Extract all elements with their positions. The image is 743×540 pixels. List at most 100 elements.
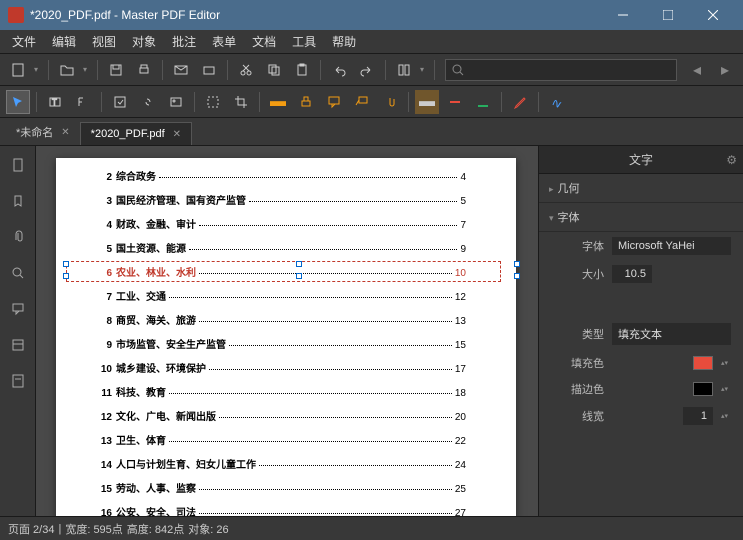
linewidth-value[interactable]: 1 bbox=[683, 407, 713, 425]
toc-entry[interactable]: 11科技、教育18 bbox=[96, 384, 466, 399]
text-tool[interactable]: T bbox=[43, 90, 67, 114]
font-section[interactable]: ▾字体 bbox=[539, 203, 743, 232]
toc-entry[interactable]: 13卫生、体育22 bbox=[96, 432, 466, 447]
menu-帮助[interactable]: 帮助 bbox=[324, 31, 364, 52]
toc-entry[interactable]: 7工业、交通12 bbox=[96, 288, 466, 303]
stroke-color-swatch[interactable] bbox=[693, 382, 713, 396]
paste-button[interactable] bbox=[290, 58, 314, 82]
underline-tool[interactable] bbox=[471, 90, 495, 114]
search-box[interactable] bbox=[445, 59, 677, 81]
spinner-icon[interactable]: ▴▾ bbox=[721, 385, 731, 393]
link-tool[interactable] bbox=[136, 90, 160, 114]
note-tool[interactable]: ▬ bbox=[266, 90, 290, 114]
stamp-tool[interactable] bbox=[294, 90, 318, 114]
sign-tool[interactable] bbox=[545, 90, 569, 114]
redo-button[interactable] bbox=[355, 58, 379, 82]
thumbnails-button[interactable] bbox=[7, 154, 29, 176]
undo-button[interactable] bbox=[327, 58, 351, 82]
maximize-button[interactable] bbox=[645, 0, 690, 30]
menu-表单[interactable]: 表单 bbox=[204, 31, 244, 52]
menu-对象[interactable]: 对象 bbox=[124, 31, 164, 52]
image-tool[interactable] bbox=[164, 90, 188, 114]
form-tool[interactable] bbox=[108, 90, 132, 114]
minimize-button[interactable] bbox=[600, 0, 645, 30]
signatures-button[interactable] bbox=[7, 370, 29, 392]
document-tab[interactable]: *未命名✕ bbox=[6, 119, 80, 145]
close-button[interactable] bbox=[690, 0, 735, 30]
close-tab-icon[interactable]: ✕ bbox=[173, 129, 181, 140]
selection-handle[interactable] bbox=[63, 273, 69, 279]
search-prev-button[interactable]: ◂ bbox=[685, 58, 709, 82]
spinner-icon[interactable]: ▴▾ bbox=[721, 412, 731, 420]
layers-button[interactable] bbox=[7, 334, 29, 356]
linewidth-label: 线宽 bbox=[559, 408, 604, 424]
font-value[interactable]: Microsoft YaHei bbox=[612, 237, 731, 255]
new-file-button[interactable] bbox=[6, 58, 30, 82]
edit-text-tool[interactable] bbox=[71, 90, 95, 114]
menu-编辑[interactable]: 编辑 bbox=[44, 31, 84, 52]
toc-entry[interactable]: 12文化、广电、新闻出版20 bbox=[96, 408, 466, 423]
geometry-section[interactable]: ▸几何 bbox=[539, 174, 743, 203]
edit-toolbar: T ▬ ▬ bbox=[0, 86, 743, 118]
search-panel-button[interactable] bbox=[7, 262, 29, 284]
document-viewport[interactable]: 2综合政务4 3国民经济管理、国有资产监管5 4财政、金融、审计7 5国土资源、能源9… bbox=[36, 146, 538, 516]
font-label: 字体 bbox=[559, 238, 604, 254]
cut-button[interactable] bbox=[234, 58, 258, 82]
crop-tool[interactable] bbox=[229, 90, 253, 114]
toc-entry[interactable]: 9市场监管、安全生产监管15 bbox=[96, 336, 466, 351]
menu-文件[interactable]: 文件 bbox=[4, 31, 44, 52]
toc-entry[interactable]: 8商贸、海关、旅游13 bbox=[96, 312, 466, 327]
dropdown-icon[interactable]: ▾ bbox=[34, 65, 42, 74]
selection-handle[interactable] bbox=[296, 261, 302, 267]
size-value[interactable]: 10.5 bbox=[612, 265, 652, 283]
toc-entry[interactable]: 14人口与计划生育、妇女儿童工作24 bbox=[96, 456, 466, 471]
type-value[interactable]: 填充文本 bbox=[612, 323, 731, 345]
copy-button[interactable] bbox=[262, 58, 286, 82]
bookmarks-button[interactable] bbox=[7, 190, 29, 212]
callout-tool[interactable] bbox=[350, 90, 374, 114]
print-button[interactable] bbox=[132, 58, 156, 82]
comments-button[interactable] bbox=[7, 298, 29, 320]
dropdown-icon[interactable]: ▾ bbox=[83, 65, 91, 74]
panel-options-icon[interactable]: ⚙ bbox=[726, 153, 737, 167]
toc-entry[interactable]: 10城乡建设、环境保护17 bbox=[96, 360, 466, 375]
selection-handle[interactable] bbox=[514, 261, 520, 267]
attach-tool[interactable] bbox=[378, 90, 402, 114]
document-tab[interactable]: *2020_PDF.pdf✕ bbox=[80, 122, 192, 145]
search-next-button[interactable]: ▸ bbox=[713, 58, 737, 82]
document-tabs: *未命名✕*2020_PDF.pdf✕ bbox=[0, 118, 743, 146]
scan-button[interactable] bbox=[197, 58, 221, 82]
toc-entry[interactable]: 4财政、金融、审计7 bbox=[96, 216, 466, 231]
selection-handle[interactable] bbox=[514, 273, 520, 279]
menu-视图[interactable]: 视图 bbox=[84, 31, 124, 52]
save-button[interactable] bbox=[104, 58, 128, 82]
search-input[interactable] bbox=[464, 64, 670, 76]
spinner-icon[interactable]: ▴▾ bbox=[721, 359, 731, 367]
toc-entry[interactable]: 2综合政务4 bbox=[96, 168, 466, 183]
selection-handle[interactable] bbox=[296, 273, 302, 279]
dropdown-icon[interactable]: ▾ bbox=[420, 65, 428, 74]
menu-工具[interactable]: 工具 bbox=[284, 31, 324, 52]
layout-button[interactable] bbox=[392, 58, 416, 82]
fill-color-swatch[interactable] bbox=[693, 356, 713, 370]
close-tab-icon[interactable]: ✕ bbox=[61, 127, 69, 138]
menu-批注[interactable]: 批注 bbox=[164, 31, 204, 52]
comment-tool[interactable] bbox=[322, 90, 346, 114]
select-tool[interactable] bbox=[6, 90, 30, 114]
attachments-button[interactable] bbox=[7, 226, 29, 248]
toc-entry[interactable]: 16公安、安全、司法27 bbox=[96, 504, 466, 516]
selection-handle[interactable] bbox=[63, 261, 69, 267]
properties-panel: 文字 ⚙ ▸几何 ▾字体 字体Microsoft YaHei 大小10.5 类型… bbox=[538, 146, 743, 516]
menubar: 文件编辑视图对象批注表单文档工具帮助 bbox=[0, 30, 743, 54]
pencil-tool[interactable] bbox=[508, 90, 532, 114]
toc-entry[interactable]: 5国土资源、能源9 bbox=[96, 240, 466, 255]
select-rect-tool[interactable] bbox=[201, 90, 225, 114]
toc-entry[interactable]: 3国民经济管理、国有资产监管5 bbox=[96, 192, 466, 207]
toc-entry[interactable]: 6农业、林业、水利10 bbox=[96, 264, 466, 279]
open-file-button[interactable] bbox=[55, 58, 79, 82]
email-button[interactable] bbox=[169, 58, 193, 82]
toc-entry[interactable]: 15劳动、人事、监察25 bbox=[96, 480, 466, 495]
strikeout-tool[interactable] bbox=[443, 90, 467, 114]
menu-文档[interactable]: 文档 bbox=[244, 31, 284, 52]
highlight-tool[interactable]: ▬ bbox=[415, 90, 439, 114]
